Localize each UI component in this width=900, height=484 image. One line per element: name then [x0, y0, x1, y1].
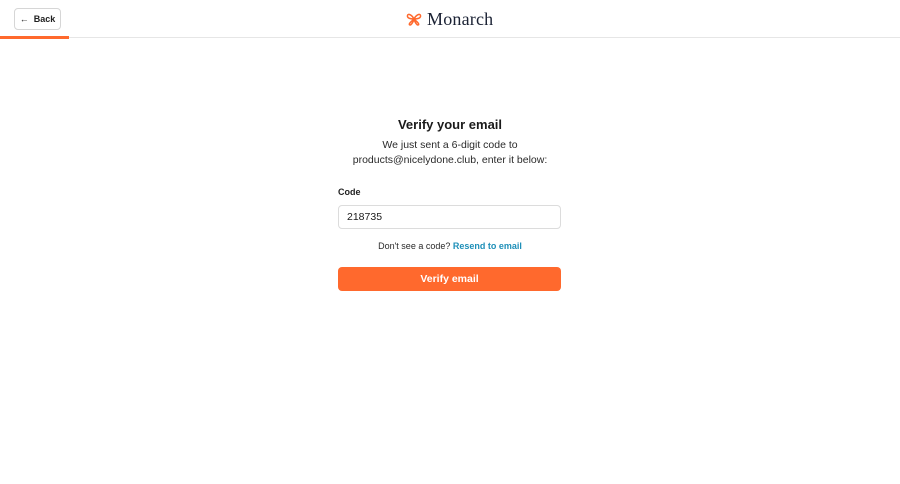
description: We just sent a 6-digit code to products@… — [338, 138, 562, 168]
brand-name: Monarch — [427, 8, 494, 29]
brand-logo: Monarch — [406, 8, 493, 30]
butterfly-icon — [406, 13, 422, 26]
description-line-1: We just sent a 6-digit code to — [382, 139, 518, 151]
verify-email-panel: Verify your email We just sent a 6-digit… — [338, 110, 562, 291]
back-button[interactable]: ← Back — [14, 8, 61, 30]
verify-email-button[interactable]: Verify email — [338, 267, 561, 291]
page-title: Verify your email — [397, 117, 503, 132]
resend-prompt: Don't see a code? — [378, 241, 451, 251]
resend-row: Don't see a code? Resend to email — [338, 241, 562, 251]
arrow-left-icon: ← — [19, 13, 29, 24]
back-button-label: Back — [33, 14, 56, 24]
progress-bar — [0, 36, 70, 39]
top-bar: ← Back Monarch — [0, 0, 900, 39]
resend-link[interactable]: Resend to email — [453, 241, 522, 251]
description-line-2: products@nicelydone.club, enter it below… — [352, 154, 548, 166]
code-label: Code — [338, 187, 361, 197]
code-input[interactable] — [338, 205, 561, 229]
